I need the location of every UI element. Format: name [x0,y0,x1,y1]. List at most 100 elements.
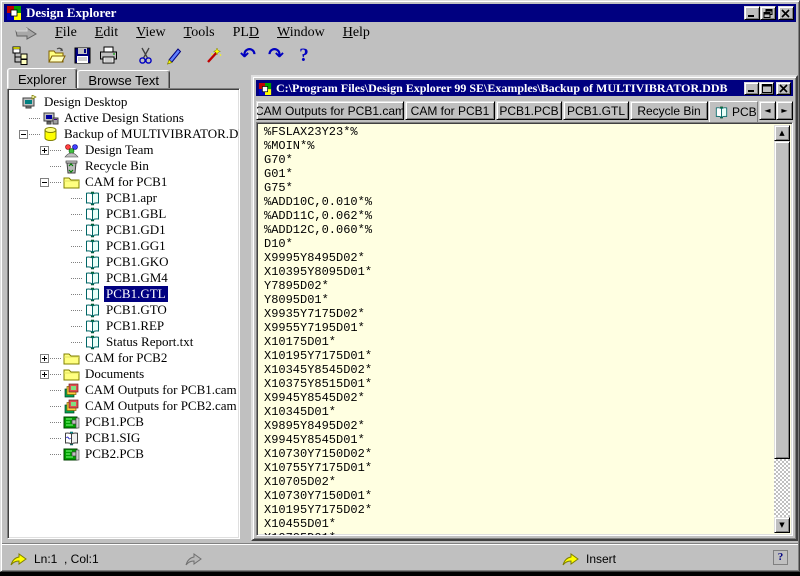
tree-item-label: PCB1.PCB [83,414,146,430]
plus-expander-icon[interactable] [40,370,49,379]
code-line: X10195Y7175D01* [264,349,772,363]
tab-browse-text[interactable]: Browse Text [77,70,170,89]
tree-item-pcb1-gko[interactable]: PCB1.GKO [8,254,239,270]
close-button[interactable] [778,6,794,20]
tree-item-pcb1-apr[interactable]: PCB1.apr [8,190,239,206]
menu-view[interactable]: View [127,24,175,42]
save-button[interactable] [70,43,94,67]
cut-button[interactable] [133,43,157,67]
tree-item-pcb1-gd1[interactable]: PCB1.GD1 [8,222,239,238]
tree-item-backup-of-multivibrator-ddb[interactable]: Backup of MULTIVIBRATOR.DDB [8,126,239,142]
paste-button[interactable] [162,43,186,67]
tree-item-pcb1-gto[interactable]: PCB1.GTO [8,302,239,318]
tree-item-pcb1-sig[interactable]: PCB1.SIG [8,430,239,446]
menu-file[interactable]: File [46,24,86,42]
gerber-text-content[interactable]: %FSLAX23Y23*%%MOIN*%G70*G01*G75*%ADD10C,… [264,125,772,535]
tree-item-label: Design Desktop [42,94,129,110]
minus-expander-icon[interactable] [40,178,49,187]
tree-item-label: CAM for PCB1 [83,174,169,190]
doc-tab-pcb1-gtl[interactable]: PCB1.GTL [563,101,629,120]
open-icon [47,46,66,65]
code-line: G01* [264,167,772,181]
tree-item-label: PCB1.GKO [104,254,171,270]
minimize-button[interactable] [744,6,760,20]
menu-pld[interactable]: PLD [224,24,268,42]
wizard-button[interactable] [201,43,225,67]
doc-tab-label: PCB1.GTL [567,104,625,118]
book-icon [84,271,101,286]
open-button[interactable] [44,43,68,67]
print-button[interactable] [96,43,120,67]
cursor-position-icon [10,552,28,565]
menu-edit[interactable]: Edit [86,24,127,42]
tree-item-label: PCB1.SIG [83,430,142,446]
tree-item-cam-outputs-for-pcb2-cam[interactable]: CAM Outputs for PCB2.cam [8,398,239,414]
folder-icon [63,351,80,366]
code-line: X9895Y8495D02* [264,419,772,433]
document-title-bar[interactable]: C:\Program Files\Design Explorer 99 SE\E… [256,80,793,96]
redo-button[interactable]: ↷ [264,43,288,67]
tree-item-cam-outputs-for-pcb1-cam[interactable]: CAM Outputs for PCB1.cam [8,382,239,398]
sig-icon [63,431,80,446]
plus-expander-icon[interactable] [40,354,49,363]
database-icon [42,127,59,142]
tab-explorer[interactable]: Explorer [7,68,77,89]
design-tree: Design DesktopActive Design StationsBack… [8,89,239,462]
tree-item-active-design-stations[interactable]: Active Design Stations [8,110,239,126]
title-bar[interactable]: Design Explorer [4,4,796,22]
doc-tab-pcb1-gtl[interactable]: PCB1.GTL [709,101,758,123]
tree-item-status-report-txt[interactable]: Status Report.txt [8,334,239,350]
explorer-panel-tabs: ExplorerBrowse Text [7,68,170,88]
tab-scroll-right-button[interactable]: ► [776,101,793,120]
menu-window[interactable]: Window [268,24,334,42]
undo-button[interactable]: ↶ [236,43,260,67]
scrollbar-thumb[interactable] [774,141,790,459]
vertical-scrollbar[interactable]: ▲ ▼ [774,125,790,533]
app-logo-icon [6,6,22,20]
doc-tab-cam-for-pcb1[interactable]: CAM for PCB1 [405,101,495,120]
doc-maximize-button[interactable] [759,82,774,95]
doc-tab-label: PCB1.GTL [732,105,758,119]
plus-expander-icon[interactable] [40,146,49,155]
document-logo-icon [258,82,272,94]
menu-tools[interactable]: Tools [175,24,224,42]
book-icon [84,287,101,302]
doc-tab-cam-outputs-for-pcb1-cam[interactable]: CAM Outputs for PCB1.cam [256,101,404,120]
tree-item-pcb1-gm4[interactable]: PCB1.GM4 [8,270,239,286]
scroll-down-button[interactable]: ▼ [774,517,790,533]
doc-close-button[interactable] [776,82,791,95]
scroll-up-button[interactable]: ▲ [774,125,790,141]
tree-item-label: PCB2.PCB [83,446,146,462]
help-icon: ? [299,46,309,65]
doc-tab-recycle-bin[interactable]: Recycle Bin [630,101,708,120]
book-icon [714,106,729,119]
tree-item-pcb1-gtl[interactable]: PCB1.GTL [8,286,239,302]
tree-item-recycle-bin[interactable]: Recycle Bin [8,158,239,174]
tree-item-pcb1-rep[interactable]: PCB1.REP [8,318,239,334]
minus-expander-icon[interactable] [19,130,28,139]
tree-item-label: Backup of MULTIVIBRATOR.DDB [62,126,240,142]
tree-item-label: CAM for PCB2 [83,350,169,366]
text-editor[interactable]: %FSLAX23Y23*%%MOIN*%G70*G01*G75*%ADD10C,… [256,122,793,536]
tree-item-design-desktop[interactable]: Design Desktop [8,94,239,110]
status-help-button[interactable]: ? [773,550,788,565]
tree-item-design-team[interactable]: Design Team [8,142,239,158]
doc-minimize-button[interactable] [744,82,759,95]
menu-help[interactable]: Help [334,24,379,42]
tree-item-label: CAM Outputs for PCB2.cam [83,398,239,414]
help-button[interactable]: ? [292,43,316,67]
tree-item-documents[interactable]: Documents [8,366,239,382]
tree-item-cam-for-pcb2[interactable]: CAM for PCB2 [8,350,239,366]
folder-icon [63,175,80,190]
tree-item-pcb1-gg1[interactable]: PCB1.GG1 [8,238,239,254]
document-tab-bar: CAM Outputs for PCB1.camCAM for PCB1PCB1… [256,99,793,121]
doc-tab-pcb1-pcb[interactable]: PCB1.PCB [496,101,562,120]
design-manager-button[interactable] [8,43,32,67]
tree-item-pcb1-gbl[interactable]: PCB1.GBL [8,206,239,222]
tree-item-label: PCB1.GG1 [104,238,168,254]
restore-button[interactable] [760,6,776,20]
tree-item-cam-for-pcb1[interactable]: CAM for PCB1 [8,174,239,190]
tree-item-pcb1-pcb[interactable]: PCB1.PCB [8,414,239,430]
tree-item-pcb2-pcb[interactable]: PCB2.PCB [8,446,239,462]
tab-scroll-left-button[interactable]: ◄ [759,101,776,120]
